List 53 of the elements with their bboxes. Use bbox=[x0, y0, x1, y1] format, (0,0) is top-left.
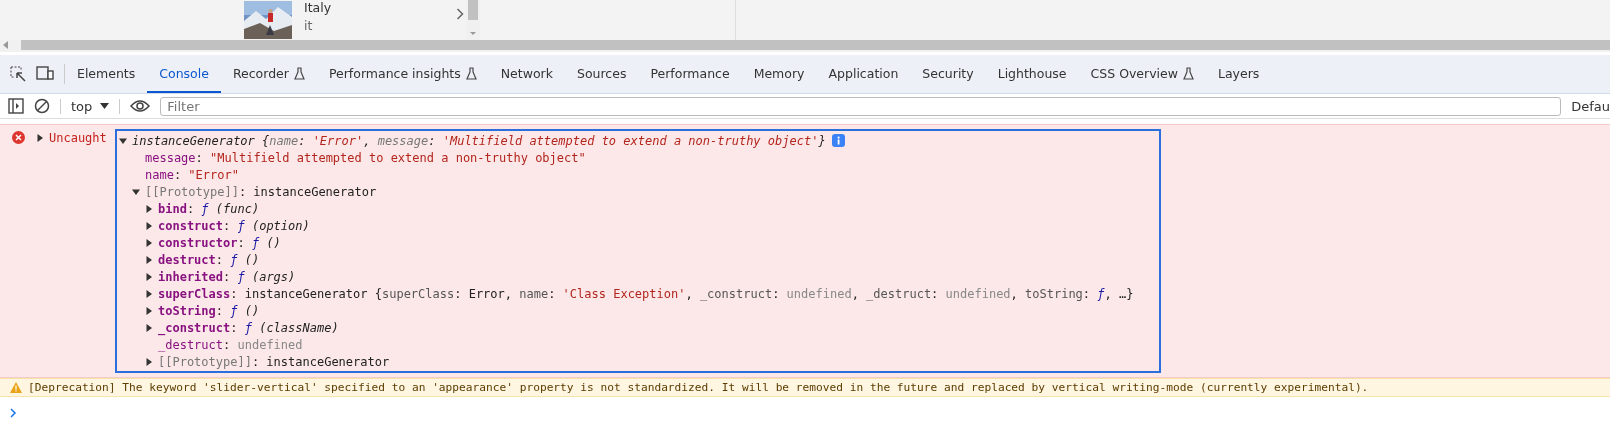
chevron-right-icon[interactable] bbox=[456, 8, 464, 20]
flask-icon bbox=[1183, 66, 1194, 80]
property-line: destruct: ƒ () bbox=[158, 252, 260, 267]
levels-dropdown[interactable]: Defau bbox=[1571, 98, 1610, 114]
eye-icon[interactable] bbox=[130, 99, 151, 113]
flask-icon bbox=[293, 66, 305, 80]
property-line: superClass: instanceGenerator {superClass: Error, name: 'Class Exception', _construct: undefined, _destruct: undefined, toString: ƒ, …} bbox=[158, 286, 1134, 301]
tab[interactable]: Lighthouse bbox=[985, 55, 1079, 93]
property-line: name: "Error" bbox=[145, 167, 239, 182]
filter-field[interactable]: Filter bbox=[160, 96, 1562, 116]
property-line: instanceGenerator {name: 'Error', message: 'Multifield attempted to extend a non-truthy object'} bbox=[132, 133, 826, 148]
item-subtitle: it bbox=[304, 19, 314, 33]
tab[interactable]: Performance bbox=[638, 55, 742, 93]
tab[interactable]: Application bbox=[816, 55, 911, 93]
device-icon[interactable] bbox=[36, 66, 54, 82]
context-dropdown[interactable]: top bbox=[60, 98, 121, 114]
warning-icon bbox=[10, 382, 22, 393]
tab[interactable]: Performance insights bbox=[316, 55, 489, 93]
expand-arrow-icon[interactable] bbox=[36, 133, 44, 142]
tab[interactable]: CSS Overview bbox=[1078, 55, 1206, 93]
property-line: [[Prototype]]: instanceGenerator bbox=[145, 184, 377, 199]
warning-message: [Deprecation] The keyword 'slider-vertical' specified to an 'appearance' property is not standardized. It will be removed in the future and replaced by vertical writing-mode (currently experimental). bbox=[28, 381, 1369, 394]
error-label: Uncaught bbox=[49, 130, 107, 145]
clear-icon[interactable] bbox=[34, 98, 50, 114]
property-line: construct: ƒ (option) bbox=[158, 218, 310, 233]
property-line: [[Prototype]]: instanceGenerator bbox=[158, 354, 390, 369]
property-line: _destruct: undefined bbox=[158, 337, 303, 352]
caret-icon bbox=[100, 103, 110, 109]
tab[interactable]: Network bbox=[488, 55, 565, 93]
property-line: inherited: ƒ (args) bbox=[158, 269, 296, 284]
tab[interactable]: Layers bbox=[1206, 55, 1272, 93]
tab[interactable]: Recorder bbox=[220, 55, 317, 93]
sidebar-icon[interactable] bbox=[8, 98, 24, 114]
info-icon[interactable] bbox=[831, 134, 845, 147]
inspect-icon[interactable] bbox=[10, 66, 26, 82]
property-line: message: "Multifield attempted to extend a non-truthy object" bbox=[145, 150, 586, 165]
tab[interactable]: Security bbox=[910, 55, 986, 93]
tab[interactable]: Memory bbox=[741, 55, 817, 93]
tab[interactable]: Console bbox=[147, 55, 221, 93]
property-line: bind: ƒ (func) bbox=[158, 201, 260, 216]
collapse-arrow-icon[interactable] bbox=[119, 136, 127, 145]
tab[interactable]: Sources bbox=[564, 55, 639, 93]
expand-arrow-icon[interactable] bbox=[145, 357, 153, 366]
prompt-icon[interactable] bbox=[10, 408, 17, 418]
item-title: Italy bbox=[304, 1, 333, 15]
collapse-arrow-icon[interactable] bbox=[132, 187, 140, 196]
property-line: constructor: ƒ () bbox=[158, 235, 281, 250]
property-line: _construct: ƒ (className) bbox=[158, 320, 339, 335]
tab[interactable]: Elements bbox=[65, 55, 148, 93]
horizontal-scrollbar[interactable] bbox=[21, 40, 1610, 50]
error-icon bbox=[12, 131, 25, 144]
property-line: toString: ƒ () bbox=[158, 303, 260, 318]
flask-icon bbox=[465, 66, 477, 80]
